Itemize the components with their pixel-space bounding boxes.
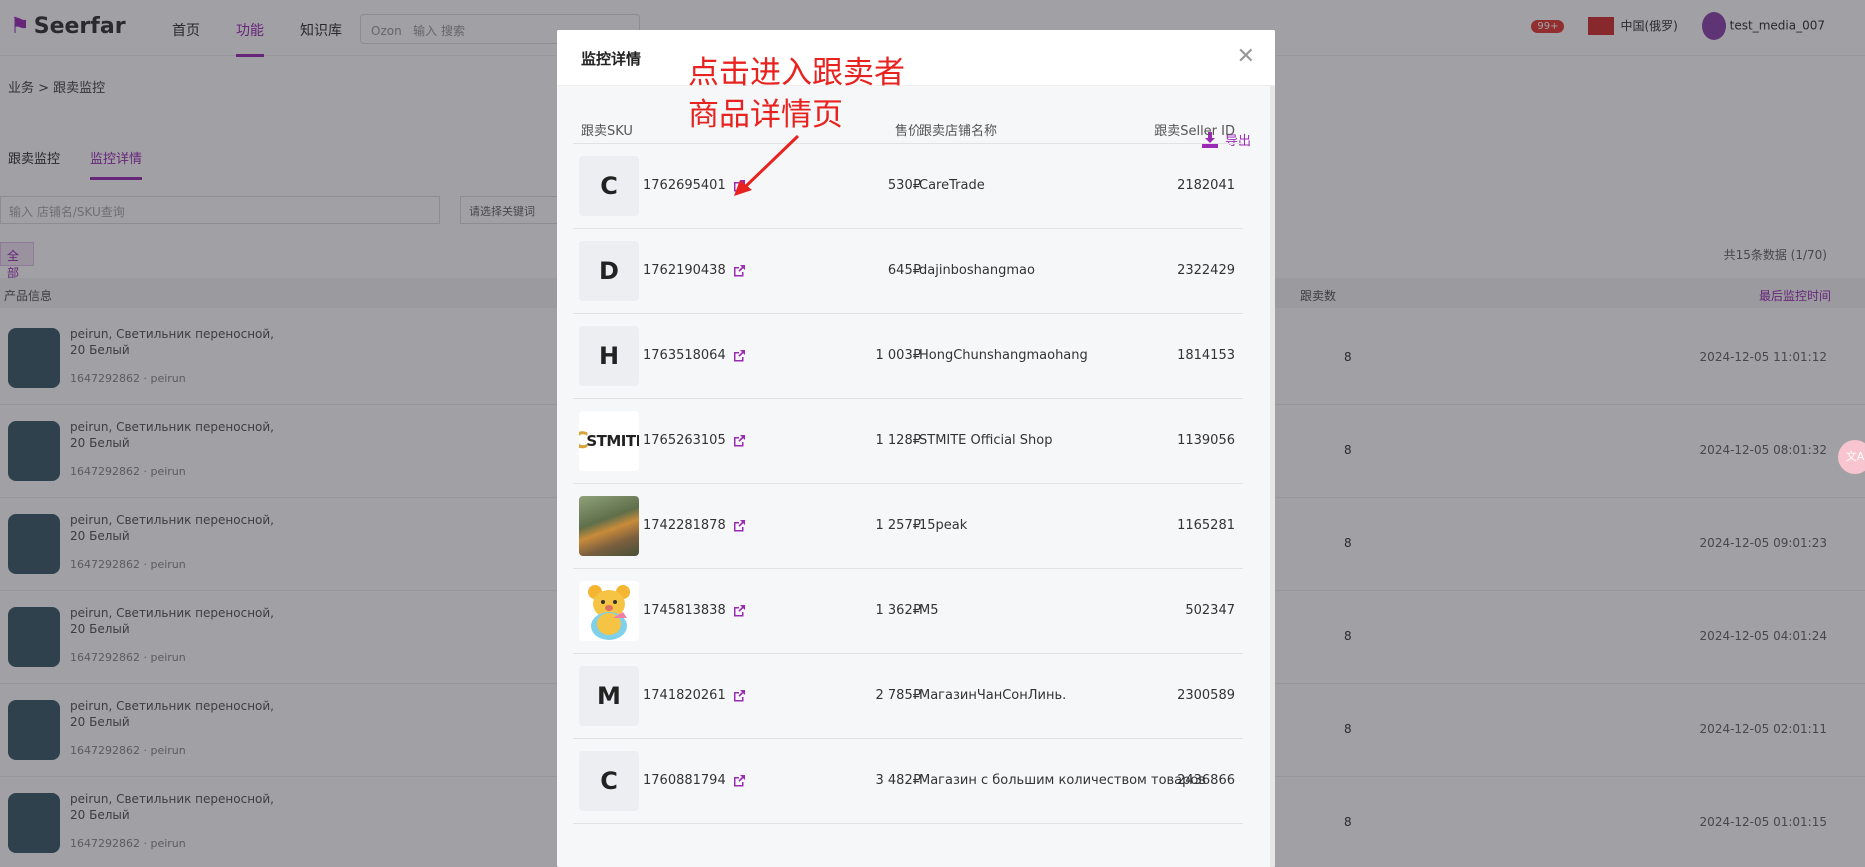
modal-title: 监控详情 [581,50,642,68]
external-link-icon[interactable] [732,689,746,703]
price-cell: 1 128₽ [875,433,922,448]
close-icon[interactable]: ✕ [1237,44,1255,69]
seller-id-cell: 1139056 [1177,433,1235,448]
store-name-cell: Магазин с большим количеством товаров [919,773,1207,788]
store-name-cell: dajinboshangmao [919,263,1035,278]
seller-id-cell: 2322429 [1177,263,1235,278]
external-link-icon[interactable] [732,264,746,278]
price-cell: 1 362₽ [875,603,922,618]
sku-text: 1762190438 [643,263,726,278]
annotation-line-1: 点击进入跟卖者 [688,55,905,91]
external-link-icon[interactable] [732,774,746,788]
sku-text: 1742281878 [643,518,726,533]
price-cell: 3 482₽ [875,773,922,788]
header-sku: 跟卖SKU [581,124,633,139]
annotation-text: 点击进入跟卖者 商品详情页 [688,52,905,136]
store-name-cell: STMITE Official Shop [919,433,1053,448]
sku-cell: 1762190438 [643,263,746,278]
store-name-cell: M5 [919,603,939,618]
translate-icon[interactable]: 文A [1838,440,1865,474]
seller-id-cell: 2182041 [1177,178,1235,193]
table-row: CSTMITE 1765263105 1 128₽STMITE Official S… [573,399,1243,484]
table-row: C 1760881794 3 482₽ Магазин с большим колич… [573,739,1243,824]
price-cell: 530₽ [887,178,921,193]
thumb-text: STMITE [586,432,639,450]
table-row: H 1763518064 1 003₽ HongChunshangmaohang 181… [573,314,1243,399]
annotation-arrow-icon [734,134,800,196]
sku-cell: 1760881794 [643,773,746,788]
sku-text: 1763518064 [643,348,726,363]
product-thumb [579,496,639,556]
bear-image-icon [588,585,630,640]
product-thumb: CSTMITE [579,411,639,471]
sku-text: 1765263105 [643,433,726,448]
table-row: 1745813838 1 362₽ M5 502347 [573,569,1243,654]
sku-cell: 1765263105 [643,433,746,448]
header-seller-id: 跟卖Seller ID [1154,124,1235,139]
product-thumb: C [579,156,639,216]
external-link-icon[interactable] [732,349,746,363]
sku-text: 1741820261 [643,688,726,703]
price-cell: 645₽ [887,263,921,278]
external-link-icon[interactable] [732,604,746,618]
seller-id-cell: 2300589 [1177,688,1235,703]
store-name-cell: HongChunshangmaohang [919,348,1088,363]
price-cell: 1 003₽ [875,348,922,363]
sku-cell: 1745813838 [643,603,746,618]
table-row: D 1762190438 645₽ dajinboshangmao 2322429 [573,229,1243,314]
table-row: M 1741820261 2 785₽ МагазинЧанСонЛинь. 23005… [573,654,1243,739]
sku-cell: 1741820261 [643,688,746,703]
product-thumb: D [579,241,639,301]
detail-table-header: 跟卖SKU 售价 跟卖店铺名称 跟卖Seller ID [573,114,1243,144]
seller-id-cell: 502347 [1185,603,1235,618]
sku-cell: 1763518064 [643,348,746,363]
detail-table-body: C 1762695401 530₽ CareTrade 2182041 D 17621904… [573,144,1243,824]
product-thumb [579,581,639,641]
price-cell: 1 257₽ [875,518,922,533]
product-thumb: H [579,326,639,386]
table-row: C 1762695401 530₽ CareTrade 2182041 [573,144,1243,229]
seller-id-cell: 1165281 [1177,518,1235,533]
price-cell: 2 785₽ [875,688,922,703]
seller-id-cell: 2436866 [1177,773,1235,788]
sku-text: 1760881794 [643,773,726,788]
store-name-cell: 15peak [919,518,968,533]
modal-scrollbar[interactable] [1270,86,1275,867]
monitor-detail-modal: 监控详情 ✕ 导出 跟卖SKU 售价 跟卖店铺名称 跟卖Seller ID C1… [557,30,1275,867]
seller-id-cell: 1814153 [1177,348,1235,363]
external-link-icon[interactable] [732,519,746,533]
sku-cell: 1742281878 [643,518,746,533]
sku-text: 1762695401 [643,178,726,193]
store-name-cell: CareTrade [919,178,985,193]
sku-text: 1745813838 [643,603,726,618]
header-store: 跟卖店铺名称 [919,124,998,139]
modal-header: 监控详情 ✕ [557,30,1275,86]
product-thumb: C [579,751,639,811]
external-link-icon[interactable] [732,434,746,448]
product-thumb: M [579,666,639,726]
table-row: 1742281878 1 257₽ 15peak 1165281 [573,484,1243,569]
store-name-cell: МагазинЧанСонЛинь. [919,688,1067,703]
